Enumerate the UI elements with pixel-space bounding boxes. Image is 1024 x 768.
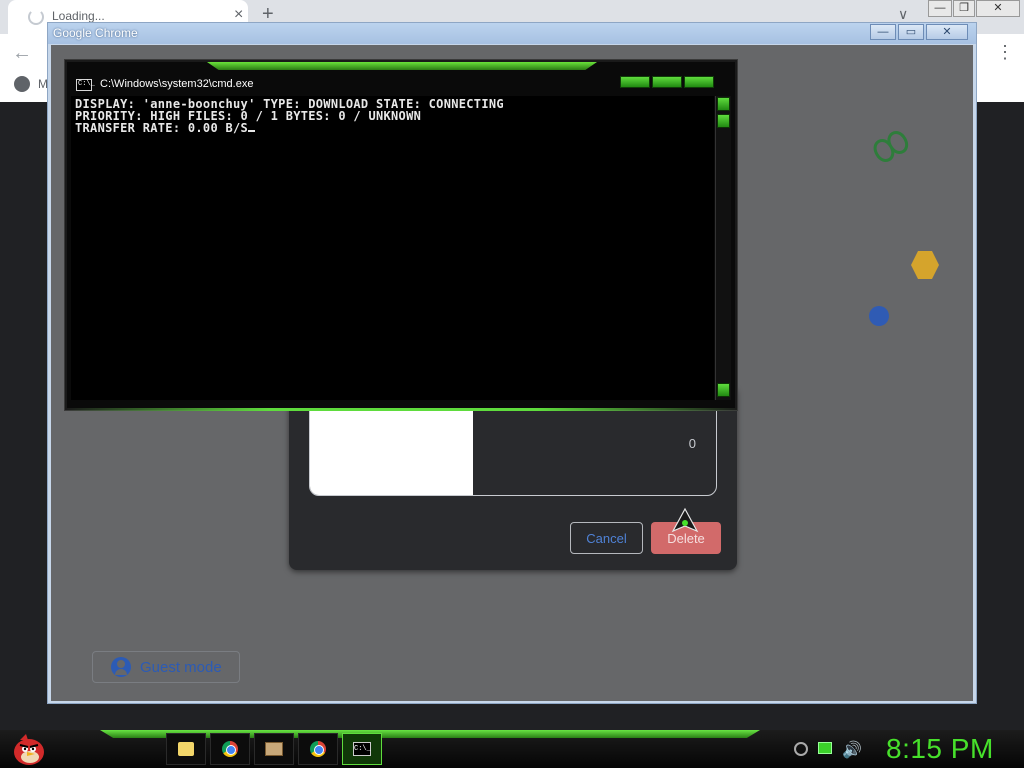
close-button[interactable]: ✕ [926, 24, 968, 40]
back-arrow-icon[interactable]: ← [12, 42, 32, 65]
cmd-line-text: TRANSFER RATE: 0.00 B/S [75, 121, 249, 135]
cancel-button[interactable]: Cancel [570, 522, 643, 554]
cmd-title-glow [207, 62, 597, 70]
guest-mode-button[interactable]: Guest mode [92, 651, 240, 683]
loading-spinner-icon [28, 9, 44, 25]
dot-shape-icon [869, 306, 889, 326]
cmd-output[interactable]: DISPLAY: 'anne-boonchuy' TYPE: DOWNLOAD … [71, 96, 714, 400]
cmd-close-button[interactable] [684, 76, 714, 88]
background-restore-button[interactable]: ❐ [953, 0, 975, 17]
window-titlebar[interactable]: Google Chrome — ▭ ✕ [48, 23, 976, 44]
minimize-button[interactable]: — [870, 24, 896, 40]
delete-profile-dialog: 0 Cancel Delete [289, 385, 737, 570]
cmd-bottom-glow [67, 408, 739, 411]
chrome-icon [222, 741, 238, 757]
guest-mode-label: Guest mode [140, 658, 222, 676]
profile-preview [310, 396, 473, 495]
scroll-thumb[interactable] [717, 114, 730, 128]
infinity-shape-icon [873, 131, 908, 162]
folder-icon [178, 742, 194, 756]
cmd-window-controls [620, 76, 714, 88]
chrome-menu-icon[interactable]: ⋮ [996, 42, 1014, 63]
cmd-icon: C:\_ [353, 742, 371, 756]
hexagon-shape-icon [911, 251, 939, 279]
background-minimize-button[interactable]: — [928, 0, 952, 17]
taskbar-clock[interactable]: 8:15 PM [886, 733, 994, 765]
maximize-button[interactable]: ▭ [898, 24, 924, 40]
taskbar-chrome-2[interactable] [298, 733, 338, 765]
cmd-line: TRANSFER RATE: 0.00 B/S [75, 122, 710, 134]
start-button-icon[interactable] [8, 730, 48, 768]
background-tab-title: Loading... [52, 9, 105, 23]
volume-icon[interactable]: 🔊 [842, 740, 862, 760]
mouse-cursor-icon [671, 507, 699, 533]
cmd-title: C:\Windows\system32\cmd.exe [100, 78, 254, 90]
cmd-minimize-button[interactable] [620, 76, 650, 88]
taskbar: C:\_ 🔊 [0, 730, 1024, 768]
scroll-down-button[interactable] [717, 383, 730, 397]
moon-icon[interactable] [794, 742, 808, 756]
person-icon [111, 657, 131, 677]
chrome-icon [310, 741, 326, 757]
network-icon[interactable] [818, 742, 832, 754]
cmd-window: C:\_ C:\Windows\system32\cmd.exe DISPLAY… [65, 60, 739, 411]
background-close-button[interactable]: ✕ [976, 0, 1020, 17]
item-count: 0 [688, 436, 696, 451]
cmd-scrollbar[interactable] [715, 96, 731, 400]
window-title: Google Chrome [53, 26, 138, 40]
cmd-maximize-button[interactable] [652, 76, 682, 88]
taskbar-chrome-1[interactable] [210, 733, 250, 765]
tab-search-chevron-icon[interactable]: ∨ [898, 6, 908, 23]
remote-desktop-icon [265, 742, 283, 756]
text-cursor [248, 130, 256, 132]
window-controls: — ▭ ✕ [870, 24, 968, 40]
taskbar-explorer[interactable] [166, 733, 206, 765]
cmd-icon: C:\_ [76, 79, 95, 91]
taskbar-remote-desktop[interactable] [254, 733, 294, 765]
globe-icon [14, 76, 30, 92]
scroll-up-button[interactable] [717, 97, 730, 111]
taskbar-cmd[interactable]: C:\_ [342, 733, 382, 765]
